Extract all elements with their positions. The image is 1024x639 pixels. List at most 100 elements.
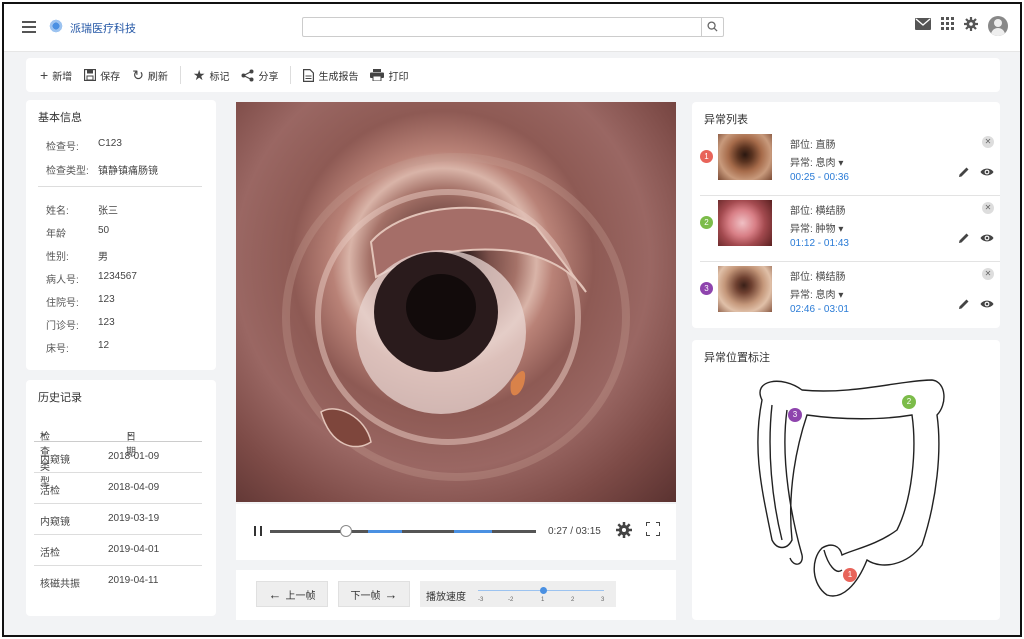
video-settings-gear-icon[interactable] — [616, 522, 632, 543]
anomaly-type-select[interactable]: 异常: 息肉 ▾ — [790, 154, 843, 169]
app-window: 派瑞医疗科技 + 新增 保存 ↻ 刷新 ★ 标记 分享 生成报告 打印 基本信息… — [2, 2, 1022, 637]
generate-report-button[interactable]: 生成报告 — [303, 68, 358, 83]
playback-time: 0:27 / 03:15 — [548, 526, 601, 537]
share-button[interactable]: 分享 — [241, 68, 278, 83]
location-pin-1[interactable]: 1 — [843, 568, 857, 582]
report-icon — [303, 68, 315, 82]
anomaly-type-select[interactable]: 异常: 息肉 ▾ — [790, 286, 843, 301]
history-title: 历史记录 — [38, 392, 82, 404]
speed-tick: 3 — [601, 597, 605, 603]
speed-slider-knob[interactable] — [540, 587, 547, 594]
exam-type-row: 检查类型: 镇静镇痛肠镜 — [46, 166, 158, 177]
mail-icon[interactable] — [915, 17, 931, 35]
menu-icon[interactable] — [22, 21, 36, 33]
fullscreen-icon[interactable] — [645, 521, 661, 541]
save-button[interactable]: 保存 — [84, 68, 120, 83]
star-icon: ★ — [192, 67, 206, 83]
history-row[interactable]: 内窥镜 2019-03-19 — [34, 504, 202, 535]
anomaly-location: 部位: 横结肠 — [790, 272, 846, 283]
anomaly-thumbnail[interactable] — [718, 266, 772, 312]
speed-tick: 2 — [571, 597, 575, 603]
location-pin-2[interactable]: 2 — [902, 395, 916, 409]
previous-frame-button[interactable]: ← 上一帧 — [256, 581, 328, 607]
top-bar: 派瑞医疗科技 — [4, 4, 1020, 52]
anomaly-location: 部位: 直肠 — [790, 140, 836, 151]
anomaly-list-title: 异常列表 — [704, 114, 748, 126]
chevron-down-icon: ⌄ — [40, 428, 49, 439]
edit-pencil-icon[interactable] — [958, 298, 970, 310]
chevron-down-icon: ⌄ — [126, 428, 135, 439]
arrow-left-icon: ← — [268, 586, 282, 602]
outpatient-id-row: 门诊号: 123 — [46, 317, 115, 332]
anomaly-time-range[interactable]: 00:25 - 00:36 — [790, 172, 849, 183]
info-divider — [38, 186, 202, 187]
search-button[interactable] — [701, 18, 723, 36]
seek-bar[interactable] — [270, 525, 536, 537]
basic-info-card: 基本信息 检查号: C123 检查类型: 镇静镇痛肠镜 姓名: 张三 年龄 50 性别:… — [26, 100, 216, 370]
frame-navigation: ← 上一帧 下一帧 → 播放速度 -3 -2 1 2 3 — [236, 570, 676, 620]
anomaly-location-map-card: 异常位置标注 3 2 1 — [692, 340, 1000, 620]
bed-number-row: 床号: 12 — [46, 340, 110, 355]
speed-label: 播放速度 — [426, 592, 466, 603]
endoscopy-video-frame[interactable] — [236, 102, 676, 502]
anomaly-type-select[interactable]: 异常: 肿物 ▾ — [790, 220, 843, 235]
speed-tick: -3 — [478, 597, 484, 603]
anomaly-thumbnail[interactable] — [718, 200, 772, 246]
anomaly-list-card: 异常列表 1 部位: 直肠 异常: 息肉 ▾ 00:25 - 00:36 ✕ 2… — [692, 102, 1000, 328]
arrow-right-icon: → — [384, 586, 398, 602]
remove-anomaly-button[interactable]: ✕ — [982, 136, 994, 148]
history-row[interactable]: 核磁共振 2019-04-11 — [34, 566, 202, 597]
edit-pencil-icon[interactable] — [958, 232, 970, 244]
gender-row: 性别: 男 — [46, 252, 108, 263]
remove-anomaly-button[interactable]: ✕ — [982, 268, 994, 280]
anomaly-time-range[interactable]: 01:12 - 01:43 — [790, 238, 849, 249]
search-input[interactable] — [302, 17, 724, 37]
next-frame-button[interactable]: 下一帧 → — [338, 581, 410, 607]
pause-button[interactable] — [254, 526, 262, 536]
refresh-button[interactable]: ↻ 刷新 — [132, 68, 168, 83]
anomaly-segment-3 — [388, 530, 402, 533]
edit-pencil-icon[interactable] — [958, 166, 970, 178]
mark-button[interactable]: ★ 标记 — [193, 68, 230, 83]
caret-down-icon: ▾ — [838, 290, 844, 301]
speed-tick: -2 — [508, 597, 514, 603]
history-row[interactable]: 内窥镜 2018-01-09 — [34, 442, 202, 473]
video-controls: 0:27 / 03:15 — [236, 504, 676, 560]
seek-knob[interactable] — [340, 525, 352, 537]
history-row[interactable]: 活检 2019-04-01 — [34, 535, 202, 566]
inpatient-id-row: 住院号: 123 — [46, 294, 115, 309]
speed-tick: 1 — [541, 597, 545, 603]
anomaly-number-badge: 1 — [700, 150, 713, 163]
history-card: 历史记录 检查类型 ⌄ 日期 ⌄ 内窥镜 2018-01-09 活检 2018-04… — [26, 380, 216, 616]
toolbar-divider — [179, 66, 181, 84]
remove-anomaly-button[interactable]: ✕ — [982, 202, 994, 214]
playback-speed-control: 播放速度 -3 -2 1 2 3 — [420, 581, 616, 607]
anomaly-time-range[interactable]: 02:46 - 03:01 — [790, 304, 849, 315]
age-row: 年龄 50 — [46, 225, 110, 240]
anomaly-item[interactable]: 3 部位: 横结肠 异常: 息肉 ▾ 02:46 - 03:01 ✕ — [700, 264, 1000, 328]
eye-icon[interactable] — [980, 167, 994, 177]
user-avatar[interactable] — [988, 16, 1008, 36]
caret-down-icon: ▾ — [838, 158, 844, 169]
name-row: 姓名: 张三 — [46, 206, 118, 217]
search-icon — [707, 21, 718, 32]
refresh-icon: ↻ — [132, 67, 144, 83]
exam-number-row: 检查号: C123 — [46, 138, 122, 153]
eye-icon[interactable] — [980, 233, 994, 243]
anomaly-item[interactable]: 1 部位: 直肠 异常: 息肉 ▾ 00:25 - 00:36 ✕ — [700, 132, 1000, 196]
print-button[interactable]: 打印 — [370, 68, 408, 83]
history-row[interactable]: 活检 2018-04-09 — [34, 473, 202, 504]
history-table-header: 检查类型 ⌄ 日期 ⌄ — [34, 420, 202, 488]
anomaly-item[interactable]: 2 部位: 横结肠 异常: 肿物 ▾ 01:12 - 01:43 ✕ — [700, 198, 1000, 262]
colon-lumen-image — [282, 153, 630, 481]
eye-icon[interactable] — [980, 299, 994, 309]
location-pin-3[interactable]: 3 — [788, 408, 802, 422]
add-button[interactable]: + 新增 — [40, 68, 72, 83]
anomaly-thumbnail[interactable] — [718, 134, 772, 180]
anomaly-segment-2 — [454, 530, 492, 533]
anomaly-number-badge: 2 — [700, 216, 713, 229]
brand-name: 派瑞医疗科技 — [70, 23, 136, 35]
patient-id-row: 病人号: 1234567 — [46, 271, 137, 286]
settings-gear-icon[interactable] — [964, 16, 978, 36]
apps-grid-icon[interactable] — [941, 17, 954, 35]
